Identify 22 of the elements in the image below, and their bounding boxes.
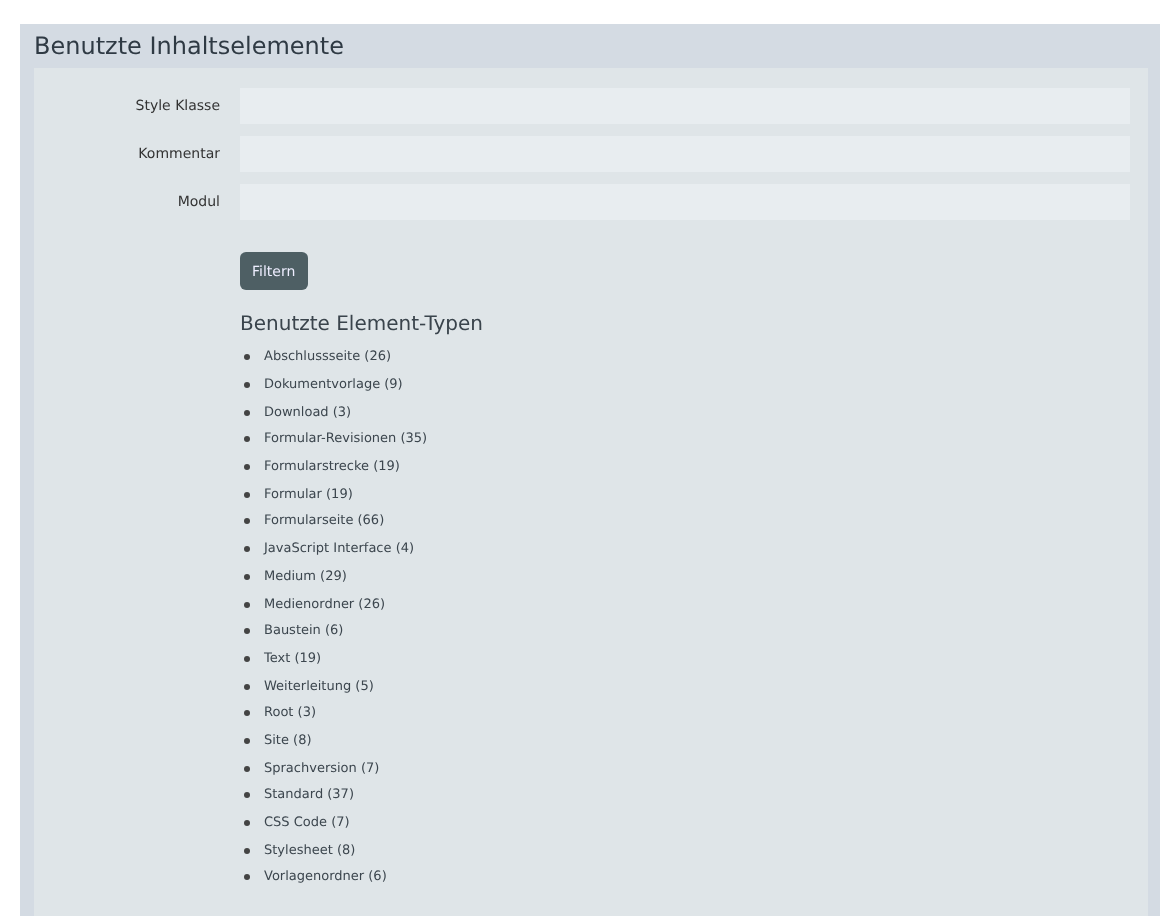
bullet-icon [244, 847, 250, 854]
bullet-icon [244, 464, 250, 471]
bullet-icon [244, 655, 250, 662]
bullet-icon [244, 573, 250, 580]
bullet-icon [244, 710, 250, 717]
bullet-icon [244, 874, 250, 881]
bullet-icon [244, 601, 250, 608]
bullet-icon [244, 683, 250, 690]
section-heading: Benutzte Element-Typen [240, 312, 486, 338]
bullet-icon [244, 436, 250, 443]
bullet-icon [244, 491, 250, 498]
bullet-icon [244, 518, 250, 525]
panel-title: Benutzte Inhaltselemente [34, 30, 346, 64]
bullet-icon [244, 354, 250, 361]
bullet-icon [244, 737, 250, 744]
bullet-icon [244, 409, 250, 416]
bullet-icon [244, 628, 250, 635]
bullet-icon [244, 820, 250, 827]
bullet-icon [244, 792, 250, 799]
bullet-icon [244, 765, 250, 772]
bullet-icon [244, 546, 250, 553]
bullet-icon [244, 382, 250, 389]
